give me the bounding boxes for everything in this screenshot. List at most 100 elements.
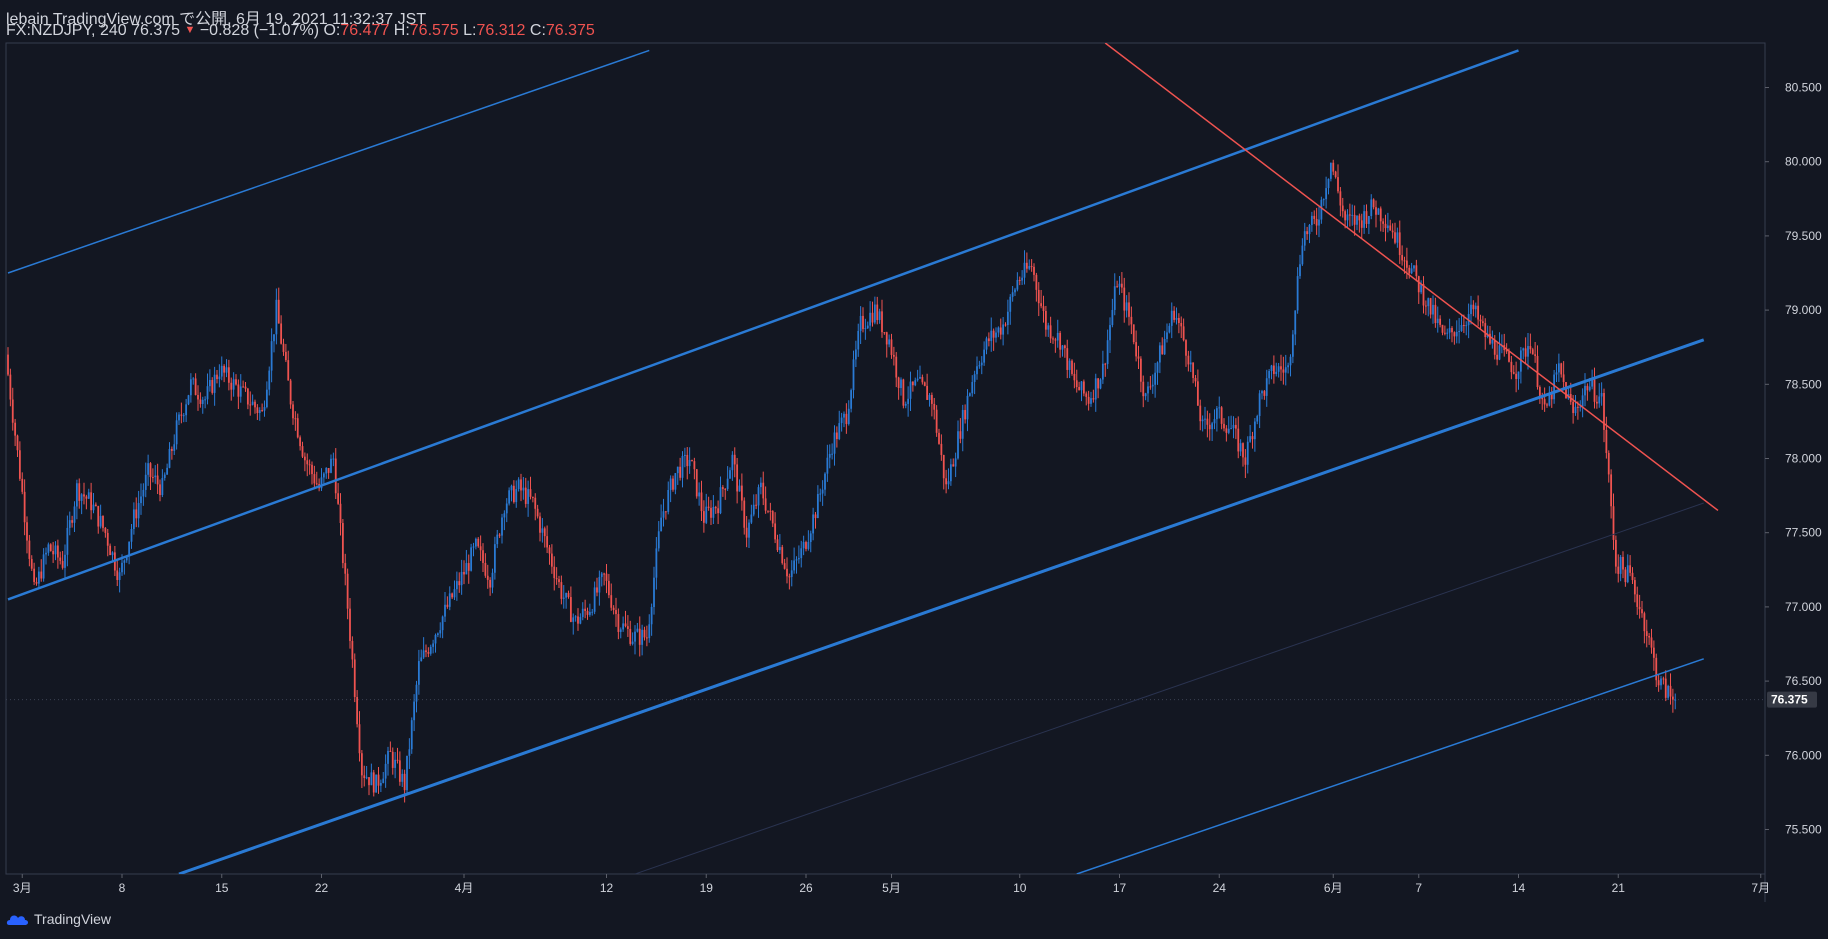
candle-body (643, 629, 646, 638)
candle-body (634, 631, 636, 642)
candle-body (520, 479, 522, 491)
candle-body (147, 463, 150, 475)
candle-body (54, 545, 57, 555)
candle-body (227, 367, 230, 383)
candle-body (1282, 369, 1285, 373)
trendline-down-line[interactable] (1104, 43, 1719, 512)
x-tick-label: 7月 (1751, 881, 1770, 895)
candle-body (465, 563, 468, 575)
candle-body (764, 498, 767, 511)
candle-body (1391, 230, 1394, 233)
candle-body (1059, 332, 1062, 350)
candle-body (581, 608, 584, 618)
candle-body (693, 461, 696, 470)
tradingview-logo[interactable]: TradingView (6, 911, 111, 927)
candle-body (968, 393, 971, 396)
price-chart[interactable]: 80.500 80.000 79.500 79.000 78.500 78.000 77.5… (0, 0, 1828, 939)
candle-body (1669, 685, 1672, 697)
candle-body (712, 506, 715, 518)
candle-body (824, 473, 826, 490)
candle-body (987, 338, 990, 342)
candle-body (819, 493, 822, 495)
candle-body (1237, 428, 1240, 452)
candle-body (838, 423, 841, 440)
candle-body (1253, 421, 1256, 440)
candle-body (769, 510, 772, 512)
candle-body (517, 479, 520, 490)
candle-body (645, 637, 648, 639)
candle-body (814, 514, 817, 519)
candle-body (351, 640, 354, 660)
candle-body (650, 607, 653, 625)
candle-body (1344, 211, 1347, 221)
candle-body (1049, 325, 1052, 339)
candle-body (1417, 276, 1420, 293)
candle-body (531, 496, 534, 498)
candle-body (527, 489, 530, 504)
candle-body (493, 544, 496, 573)
candle-body (52, 551, 55, 555)
candle-body (109, 545, 112, 556)
y-tick-label: 78.000 (1785, 452, 1822, 466)
candle-body (137, 503, 140, 519)
channel-upper-line[interactable] (7, 49, 1519, 601)
candle-body (1453, 332, 1456, 337)
candle-body (1125, 302, 1128, 311)
candle-body (436, 633, 439, 635)
candle-body (800, 548, 803, 559)
candle-body (1192, 362, 1195, 378)
candle-body (474, 538, 477, 547)
candle-body (80, 494, 83, 501)
candle-body (1078, 386, 1081, 391)
channel-middle-line[interactable] (178, 338, 1705, 874)
candle-body (1605, 429, 1608, 453)
candle-body (420, 657, 423, 662)
candle-body (1379, 208, 1382, 222)
candle-body (289, 380, 292, 405)
candle-body (876, 304, 879, 321)
candle-body (660, 517, 663, 532)
candle-body (1441, 324, 1444, 333)
candle-body (667, 489, 670, 512)
candle-body (919, 377, 921, 379)
candle-body (311, 464, 313, 475)
channel-median-faint-line[interactable] (634, 502, 1704, 874)
candle-body (729, 470, 731, 479)
candle-body (843, 413, 845, 418)
candle-body (926, 385, 929, 400)
candle-body (363, 775, 366, 778)
y-tick-label: 79.500 (1785, 229, 1822, 243)
channel-lower-line[interactable] (1076, 658, 1704, 874)
candle-body (1158, 345, 1161, 363)
candle-body (1422, 284, 1425, 306)
candle-body (933, 403, 936, 410)
candle-body (1522, 348, 1525, 351)
candle-body (313, 474, 316, 484)
y-tick-label: 76.000 (1785, 748, 1822, 762)
candle-body (159, 484, 161, 496)
candle-body (1624, 569, 1627, 583)
candle-body (1671, 696, 1674, 700)
candle-body (99, 515, 102, 527)
candle-body (721, 487, 724, 489)
candle-body (425, 650, 427, 653)
candle-body (1234, 424, 1237, 429)
candle-body (87, 492, 90, 499)
candle-body (529, 489, 532, 497)
candle-body (862, 315, 864, 329)
candle-body (168, 448, 171, 468)
candle-body (781, 547, 784, 564)
candle-body (1116, 286, 1119, 288)
channel-upper-outer-line[interactable] (7, 49, 650, 274)
candle-body (1180, 322, 1183, 327)
candle-body (1120, 283, 1123, 288)
candle-body (1557, 363, 1560, 373)
candle-body (1033, 266, 1035, 275)
candle-body (541, 528, 544, 533)
candle-body (638, 628, 641, 645)
y-tick-label: 79.000 (1785, 303, 1822, 317)
drawings-layer (7, 43, 1719, 874)
candle-body (1631, 572, 1634, 581)
candle-body (118, 572, 121, 581)
candle-body (1517, 371, 1520, 379)
